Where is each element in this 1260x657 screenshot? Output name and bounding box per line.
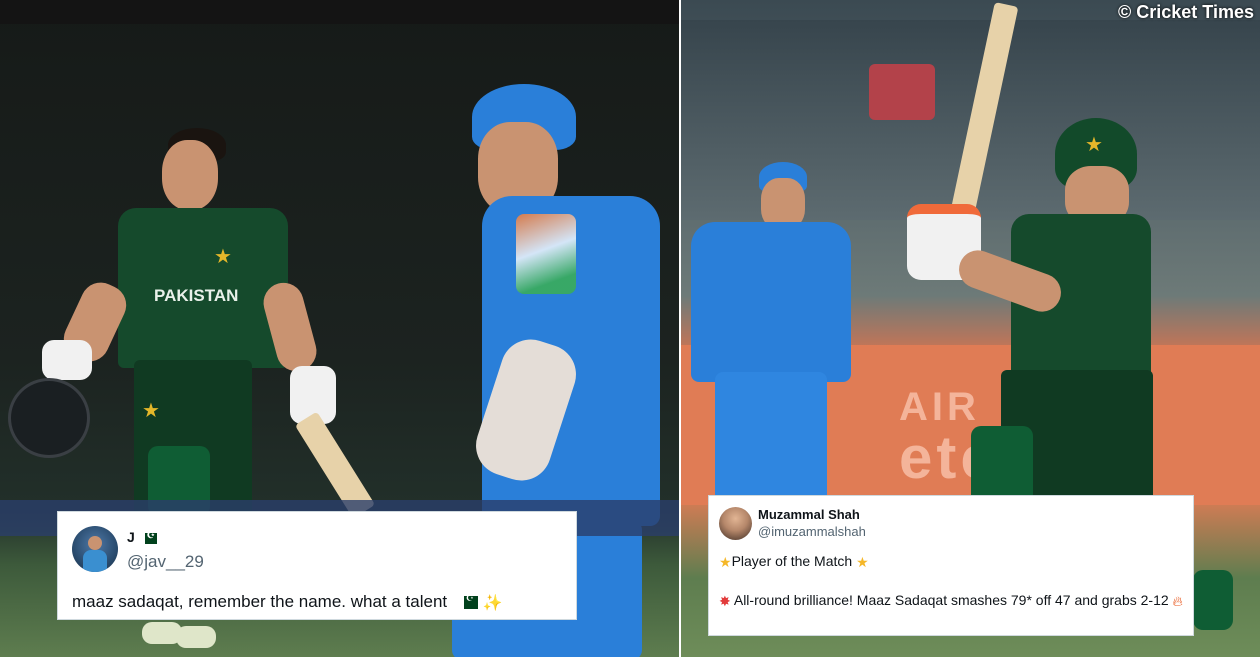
jersey-star-icon: ★ <box>214 246 232 268</box>
fielder2-pants <box>715 372 827 502</box>
collision-icon: ✸ <box>719 592 731 609</box>
tweet-card[interactable]: J @jav__29 maaz sadaqat, remember the na… <box>57 511 577 620</box>
shoe-right <box>176 626 216 648</box>
pakistan-flag-icon <box>140 530 157 544</box>
player-face <box>162 140 218 210</box>
tweet-handle[interactable]: @imuzammalshah <box>758 524 866 539</box>
tweet-text-content: maaz sadaqat, remember the name. what a … <box>72 592 448 611</box>
star-icon: ★ <box>719 553 732 570</box>
tweet-handle[interactable]: @jav__29 <box>127 552 204 572</box>
fire-icon: 🔥︎ <box>1172 592 1183 609</box>
avatar[interactable] <box>719 507 752 540</box>
helmet-held <box>8 378 90 458</box>
tweet-author[interactable]: J <box>127 529 157 545</box>
jersey-text: PAKISTAN <box>154 286 239 305</box>
avatar[interactable] <box>72 526 118 572</box>
watermark: © Cricket Times <box>1118 2 1254 22</box>
dizzy-icon: ✨ <box>482 594 503 612</box>
helmet-star-icon: ★ <box>1085 134 1103 156</box>
glove-left <box>42 340 92 380</box>
tweet-author-name: J <box>127 529 135 545</box>
player-jersey: PAKISTAN ★ <box>118 208 288 368</box>
tweet-card[interactable]: Muzammal Shah @imuzammalshah ★Player of … <box>708 495 1194 636</box>
star-icon: ★ <box>856 553 869 570</box>
batter-right-pad <box>1193 570 1233 630</box>
tweet-line-2-text: All-round brilliance! Maaz Sadaqat smash… <box>733 592 1169 608</box>
jersey-tricolor <box>516 214 576 294</box>
top-bar <box>0 0 679 24</box>
pants-star-icon: ★ <box>142 400 160 422</box>
pakistan-flag-icon <box>459 593 478 610</box>
fielder2-jersey <box>691 222 851 382</box>
tweet-line-1-text: Player of the Match <box>731 553 853 569</box>
tweet-line-1: ★Player of the Match ★ <box>719 552 869 572</box>
stand-seat <box>869 64 935 120</box>
tweet-author-name[interactable]: Muzammal Shah <box>758 507 860 522</box>
tweet-line-2: ✸ All-round brilliance! Maaz Sadaqat sma… <box>719 591 1189 611</box>
tweet-text: maaz sadaqat, remember the name. what a … <box>72 592 503 613</box>
